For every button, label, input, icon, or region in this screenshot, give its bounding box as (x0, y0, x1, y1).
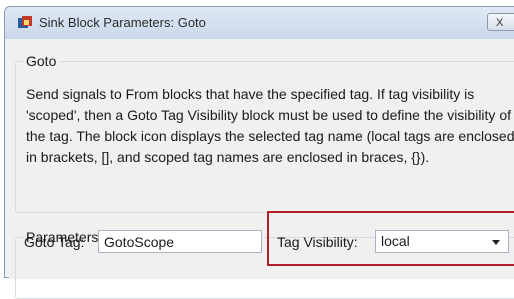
tag-visibility-label: Tag Visibility: (277, 234, 358, 250)
tag-visibility-select[interactable]: local (375, 230, 509, 253)
close-button[interactable]: X (487, 13, 514, 31)
simulink-block-icon (17, 15, 33, 31)
tag-visibility-value: local (381, 233, 410, 249)
goto-tag-input[interactable] (98, 230, 262, 253)
block-description: Send signals to From blocks that have th… (26, 86, 514, 165)
chevron-down-icon (492, 240, 500, 245)
goto-group-title: Goto (23, 53, 60, 69)
title-bar[interactable]: Sink Block Parameters: Goto X (5, 7, 514, 39)
goto-tag-label: Goto Tag: (24, 234, 85, 250)
window-title: Sink Block Parameters: Goto (39, 15, 206, 30)
goto-groupbox: Goto Send signals to From blocks that ha… (15, 53, 514, 213)
close-icon: X (496, 17, 504, 29)
